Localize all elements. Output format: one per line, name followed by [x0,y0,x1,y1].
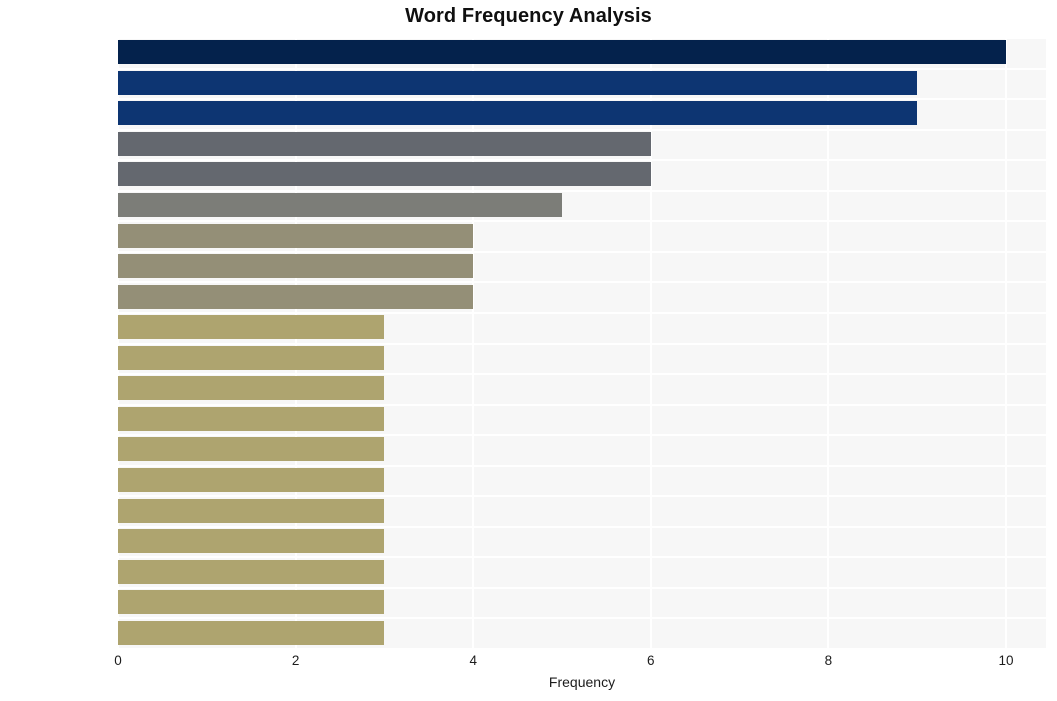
horizontal-gridline [118,556,1046,558]
x-axis-title: Frequency [548,674,616,690]
bar-ddr[interactable] [118,529,385,554]
x-tick-10: 10 [998,653,1014,668]
bar-applications[interactable] [118,162,651,187]
bar-industrial[interactable] [118,101,918,126]
horizontal-gridline [118,312,1046,314]
bar-row[interactable] [118,467,1046,492]
bar-technology[interactable] [118,590,385,615]
bar-row[interactable] [118,376,1046,401]
horizontal-gridline [118,404,1046,406]
horizontal-gridline [118,373,1046,375]
bar-row[interactable] [118,345,1046,370]
bar-efficiency[interactable] [118,437,385,462]
bar-row[interactable] [118,40,1046,65]
x-tick-4: 4 [469,653,477,668]
bar-row[interactable] [118,101,1046,126]
bar-speed[interactable] [118,193,563,218]
horizontal-gridline [118,648,1046,650]
horizontal-gridline [118,526,1046,528]
bar-row[interactable] [118,498,1046,523]
plot-area [117,37,1046,650]
bar-motherboards[interactable] [118,131,651,156]
bar-row[interactable] [118,223,1046,248]
horizontal-gridline [118,587,1046,589]
horizontal-gridline [118,281,1046,283]
bar-row[interactable] [118,437,1046,462]
horizontal-gridline [118,495,1046,497]
bar-row[interactable] [118,162,1046,187]
horizontal-gridline [118,465,1046,467]
bar-row[interactable] [118,559,1046,584]
bar-support[interactable] [118,620,385,645]
horizontal-gridline [118,129,1046,131]
bar-row[interactable] [118,70,1046,95]
bar-iot[interactable] [118,40,1007,65]
horizontal-gridline [118,68,1046,70]
x-tick-0: 0 [114,653,122,668]
bar-accelerate[interactable] [118,467,385,492]
bar-transfer[interactable] [118,254,474,279]
bar-row[interactable] [118,315,1046,340]
chart-title: Word Frequency Analysis [405,5,652,27]
bar-offer[interactable] [118,406,385,431]
bar-ensure[interactable] [118,559,385,584]
horizontal-gridline [118,251,1046,253]
horizontal-gridline [118,220,1046,222]
x-tick-6: 6 [647,653,655,668]
bar-row[interactable] [118,193,1046,218]
bar-intel[interactable] [118,376,385,401]
bar-row[interactable] [118,131,1046,156]
horizontal-gridline [118,98,1046,100]
bar-edge[interactable] [118,315,385,340]
bar-row[interactable] [118,620,1046,645]
bar-row[interactable] [118,406,1046,431]
bar-connectivity[interactable] [118,498,385,523]
bar-include[interactable] [118,284,474,309]
bar-row[interactable] [118,590,1046,615]
bar-row[interactable] [118,254,1046,279]
x-tick-2: 2 [291,653,300,668]
bar-power[interactable] [118,223,474,248]
horizontal-gridline [118,159,1046,161]
word-frequency-chart: Word Frequency Analysis iotasusindustria… [0,0,1057,701]
bar-asus[interactable] [118,70,918,95]
bar-row[interactable] [118,284,1046,309]
horizontal-gridline [118,617,1046,619]
horizontal-gridline [118,190,1046,192]
bar-computers[interactable] [118,345,385,370]
horizontal-gridline [118,434,1046,436]
x-tick-8: 8 [824,653,833,668]
horizontal-gridline [118,343,1046,345]
bar-row[interactable] [118,529,1046,554]
horizontal-gridline [118,37,1046,39]
